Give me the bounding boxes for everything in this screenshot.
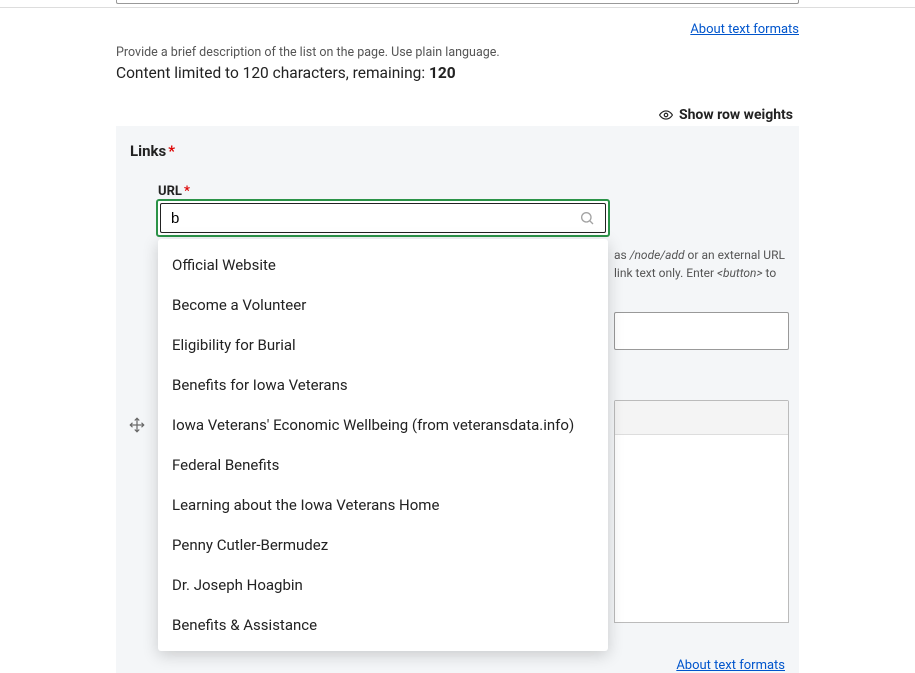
- required-indicator: *: [184, 184, 190, 199]
- char-limit-count: 120: [429, 64, 456, 82]
- char-limit-text: Content limited to 120 characters, remai…: [116, 64, 456, 82]
- dropdown-item[interactable]: Official Website: [158, 245, 608, 285]
- search-icon: [579, 210, 595, 226]
- required-indicator: *: [168, 142, 175, 160]
- dropdown-item[interactable]: Benefits for Iowa Veterans: [158, 365, 608, 405]
- about-text-formats-link-bottom[interactable]: About text formats: [676, 658, 785, 673]
- top-divider: [0, 7, 915, 8]
- dropdown-item[interactable]: Iowa Veterans' Economic Wellbeing (from …: [158, 405, 608, 445]
- about-text-formats-link[interactable]: About text formats: [690, 22, 799, 37]
- url-input[interactable]: [171, 210, 579, 227]
- links-title-text: Links: [130, 142, 166, 160]
- url-hint-text: as /node/add or an external URL link tex…: [614, 246, 786, 282]
- url-label-text: URL: [158, 184, 182, 199]
- show-row-weights-label: Show row weights: [679, 107, 793, 123]
- eye-icon: [659, 108, 673, 122]
- dropdown-item[interactable]: Eligibility for Burial: [158, 325, 608, 365]
- links-section-title: Links*: [130, 142, 785, 160]
- dropdown-item[interactable]: Learning about the Iowa Veterans Home: [158, 485, 608, 525]
- links-panel: Links* URL* as /node/add or an external …: [116, 126, 799, 673]
- dropdown-item[interactable]: Benefits & Assistance: [158, 605, 608, 645]
- description-help-text: Provide a brief description of the list …: [116, 45, 500, 60]
- textarea-toolbar: [615, 401, 788, 435]
- show-row-weights-toggle[interactable]: Show row weights: [659, 107, 793, 123]
- dropdown-item[interactable]: Penny Cutler-Bermudez: [158, 525, 608, 565]
- dropdown-item[interactable]: Become a Volunteer: [158, 285, 608, 325]
- collapsed-editor-box: [116, 0, 799, 4]
- textarea-box[interactable]: [614, 400, 789, 623]
- url-autocomplete-dropdown: Official Website Become a Volunteer Elig…: [158, 239, 608, 651]
- url-field-label: URL*: [158, 184, 190, 199]
- drag-handle-icon[interactable]: [128, 416, 146, 434]
- url-input-inner: [160, 203, 606, 233]
- link-text-input[interactable]: [614, 312, 789, 350]
- dropdown-item[interactable]: Dr. Joseph Hoagbin: [158, 565, 608, 605]
- url-input-wrapper: [156, 199, 610, 237]
- char-limit-prefix: Content limited to 120 characters, remai…: [116, 64, 429, 82]
- dropdown-item[interactable]: Federal Benefits: [158, 445, 608, 485]
